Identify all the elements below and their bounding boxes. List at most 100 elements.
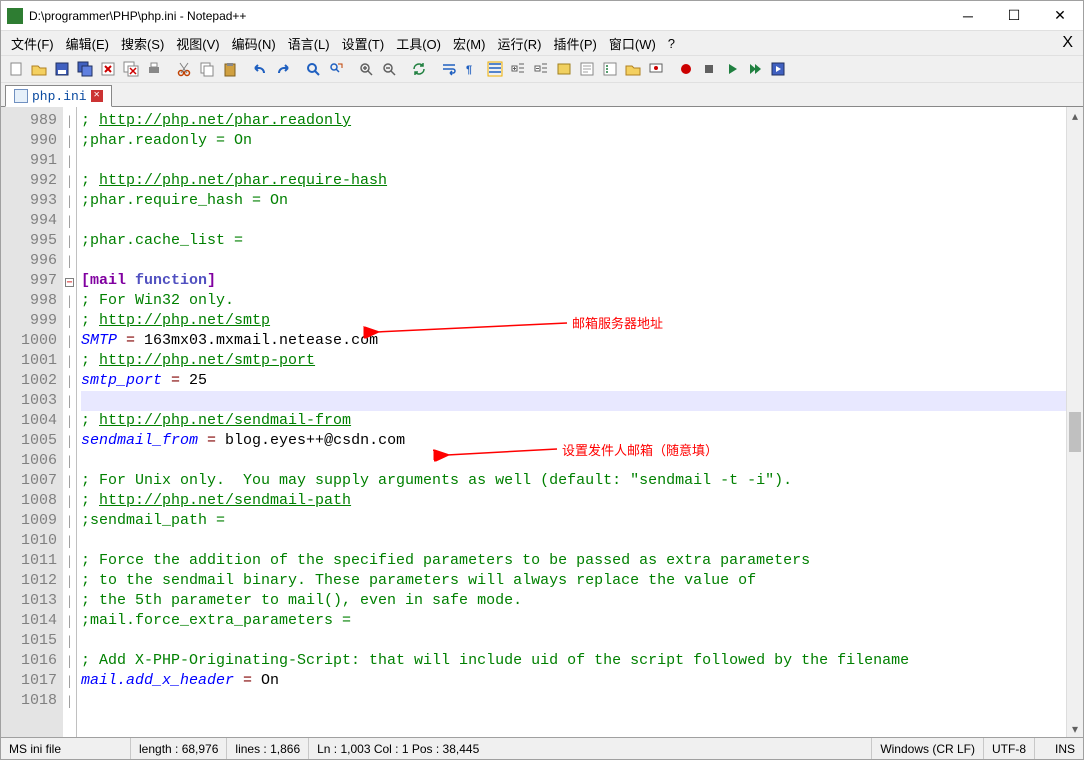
doc-map-icon [579, 61, 595, 77]
unfold-button[interactable] [530, 58, 552, 80]
fold-icon [510, 61, 526, 77]
cut-button[interactable] [173, 58, 195, 80]
menu-view[interactable]: 视图(V) [170, 32, 225, 55]
menu-tools[interactable]: 工具(O) [390, 32, 447, 55]
window-controls: ─ ☐ ✕ [945, 1, 1083, 30]
unfold-icon [533, 61, 549, 77]
line-gutter: 9899909919929939949959969979989991000100… [1, 107, 63, 737]
file-icon [14, 89, 28, 103]
sync-button[interactable] [408, 58, 430, 80]
close-all-button[interactable] [120, 58, 142, 80]
menu-search[interactable]: 搜索(S) [115, 32, 170, 55]
fold-gutter: − [63, 107, 77, 737]
vertical-scrollbar[interactable]: ▴ ▾ [1066, 107, 1083, 737]
svg-text:¶: ¶ [466, 64, 472, 76]
zoom-out-icon [381, 61, 397, 77]
editor: 9899909919929939949959969979989991000100… [1, 107, 1083, 737]
menu-settings[interactable]: 设置(T) [336, 32, 391, 55]
undo-icon [252, 61, 268, 77]
scroll-up-icon[interactable]: ▴ [1067, 107, 1083, 124]
app-icon [7, 8, 23, 24]
scroll-down-icon[interactable]: ▾ [1067, 720, 1083, 737]
play-multi-button[interactable] [744, 58, 766, 80]
print-button[interactable] [143, 58, 165, 80]
play-button[interactable] [721, 58, 743, 80]
menu-run[interactable]: 运行(R) [491, 32, 547, 55]
tab-close-icon[interactable]: ✕ [91, 90, 103, 102]
indent-button[interactable] [484, 58, 506, 80]
scroll-thumb[interactable] [1069, 412, 1081, 452]
func-list-button[interactable] [599, 58, 621, 80]
new-button[interactable] [5, 58, 27, 80]
play-multi-icon [747, 61, 763, 77]
menu-macro[interactable]: 宏(M) [447, 32, 492, 55]
close-button[interactable] [97, 58, 119, 80]
find-button[interactable] [302, 58, 324, 80]
menu-plugins[interactable]: 插件(P) [548, 32, 603, 55]
annotation-smtp: 邮箱服务器地址 [572, 314, 663, 334]
menubar: 文件(F) 编辑(E) 搜索(S) 视图(V) 编码(N) 语言(L) 设置(T… [1, 31, 1083, 55]
zoom-in-button[interactable] [355, 58, 377, 80]
wrap-icon [441, 61, 457, 77]
open-icon [31, 61, 47, 77]
save-icon [54, 61, 70, 77]
minimize-button[interactable]: ─ [945, 1, 991, 30]
save-button[interactable] [51, 58, 73, 80]
code-area[interactable]: ; http://php.net/phar.readonly ;phar.rea… [77, 107, 1066, 737]
zoom-out-button[interactable] [378, 58, 400, 80]
menu-file[interactable]: 文件(F) [5, 32, 60, 55]
annotation-sendmail: 设置发件人邮箱（随意填） [562, 441, 718, 461]
folder-icon [625, 61, 641, 77]
close-all-icon [123, 61, 139, 77]
doc-close-button[interactable]: X [1056, 32, 1079, 54]
redo-icon [275, 61, 291, 77]
tab-label: php.ini [32, 89, 87, 104]
save-all-icon [77, 61, 93, 77]
monitor-button[interactable] [645, 58, 667, 80]
titlebar: D:\programmer\PHP\php.ini - Notepad++ ─ … [1, 1, 1083, 31]
record-icon [678, 61, 694, 77]
hide-icon [556, 61, 572, 77]
all-chars-button[interactable]: ¶ [461, 58, 483, 80]
status-eol: Windows (CR LF) [872, 738, 984, 759]
print-icon [146, 61, 162, 77]
open-button[interactable] [28, 58, 50, 80]
window-title: D:\programmer\PHP\php.ini - Notepad++ [29, 9, 945, 23]
all-chars-icon: ¶ [464, 61, 480, 77]
save-macro-button[interactable] [767, 58, 789, 80]
tabstrip: php.ini ✕ [1, 83, 1083, 107]
doc-map-button[interactable] [576, 58, 598, 80]
menu-language[interactable]: 语言(L) [282, 32, 336, 55]
status-encoding: UTF-8 [984, 738, 1035, 759]
func-list-icon [602, 61, 618, 77]
paste-icon [222, 61, 238, 77]
copy-button[interactable] [196, 58, 218, 80]
folder-button[interactable] [622, 58, 644, 80]
close-button[interactable]: ✕ [1037, 1, 1083, 30]
menu-help[interactable]: ? [662, 34, 681, 53]
replace-button[interactable] [325, 58, 347, 80]
find-icon [305, 61, 321, 77]
menu-edit[interactable]: 编辑(E) [60, 32, 115, 55]
save-all-button[interactable] [74, 58, 96, 80]
fold-button[interactable] [507, 58, 529, 80]
stop-button[interactable] [698, 58, 720, 80]
maximize-button[interactable]: ☐ [991, 1, 1037, 30]
indent-icon [487, 61, 503, 77]
replace-icon [328, 61, 344, 77]
play-icon [724, 61, 740, 77]
record-button[interactable] [675, 58, 697, 80]
menu-encoding[interactable]: 编码(N) [226, 32, 282, 55]
cut-icon [176, 61, 192, 77]
status-ins: INS [1035, 738, 1083, 759]
menu-window[interactable]: 窗口(W) [603, 32, 662, 55]
paste-button[interactable] [219, 58, 241, 80]
sync-icon [411, 61, 427, 77]
redo-button[interactable] [272, 58, 294, 80]
hide-button[interactable] [553, 58, 575, 80]
status-lines: lines : 1,866 [227, 738, 309, 759]
undo-button[interactable] [249, 58, 271, 80]
wrap-button[interactable] [438, 58, 460, 80]
tab-phpini[interactable]: php.ini ✕ [5, 85, 112, 107]
new-icon [8, 61, 24, 77]
